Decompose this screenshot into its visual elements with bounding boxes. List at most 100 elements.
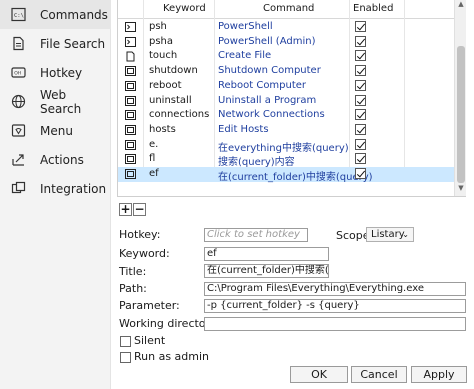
parameter-field[interactable]: -p {current_folder} -s {query} [204, 299, 466, 313]
command-icon [125, 95, 136, 106]
scope-select[interactable]: Listary ⌄ [366, 227, 414, 242]
enabled-checkbox[interactable] [355, 138, 366, 150]
run-as-admin-checkbox[interactable] [120, 352, 131, 363]
row-keyword: e. [149, 138, 159, 150]
enabled-checkbox[interactable] [355, 168, 366, 179]
table-row[interactable]: psh PowerShell [118, 20, 454, 35]
table-row[interactable]: hosts Edit Hosts [118, 123, 454, 138]
keyword-label: Keyword: [119, 247, 170, 260]
column-header-keyword[interactable]: Keyword [163, 3, 206, 14]
silent-label: Silent [134, 334, 166, 347]
sidebar-item-label: Hotkey [40, 65, 83, 80]
ok-button[interactable]: OK [290, 366, 348, 383]
enabled-checkbox[interactable] [355, 35, 366, 47]
command-icon [125, 154, 136, 165]
sidebar-item-label: Actions [40, 152, 84, 167]
hotkey-field[interactable]: Click to set hotkey [204, 228, 308, 242]
terminal-icon [125, 36, 136, 47]
cancel-button[interactable]: Cancel [351, 366, 407, 383]
table-row[interactable]: connections Network Connections [118, 108, 454, 123]
table-row[interactable]: reboot Reboot Computer [118, 79, 454, 94]
row-keyword: hosts [149, 123, 176, 135]
sidebar: C:\ Commands File Search OH Hotkey Web S… [0, 0, 111, 389]
command-icon [125, 169, 136, 179]
enabled-checkbox[interactable] [355, 94, 366, 106]
sidebar-item-web-search[interactable]: Web Search [0, 87, 111, 116]
terminal-icon [125, 22, 136, 32]
title-label: Title: [119, 265, 147, 278]
file-icon [13, 36, 24, 51]
table-row[interactable]: fl 搜索(query)内容 [118, 152, 454, 168]
column-header-enabled[interactable]: Enabled [353, 3, 393, 14]
row-command: Edit Hosts [218, 123, 269, 135]
cmd-icon: C:\ [11, 7, 26, 22]
command-icon [125, 139, 136, 150]
globe-icon [11, 94, 26, 109]
row-keyword: reboot [149, 79, 182, 91]
run-as-admin-label: Run as admin [134, 350, 210, 363]
scroll-down-icon[interactable]: ▼ [455, 184, 467, 196]
sidebar-item-actions[interactable]: Actions [0, 145, 111, 174]
title-field[interactable]: 在(current_folder)中搜索(query) [204, 264, 329, 278]
scope-value: Listary [371, 229, 405, 240]
svg-text:C:\: C:\ [14, 13, 24, 19]
table-row[interactable]: e. 在everything中搜索(query) [118, 138, 454, 154]
enabled-checkbox[interactable] [355, 65, 366, 77]
enabled-checkbox[interactable] [355, 153, 366, 165]
integration-icon [11, 181, 26, 194]
svg-text:OH: OH [14, 71, 21, 77]
scroll-up-icon[interactable]: ▲ [455, 0, 467, 12]
path-label: Path: [119, 282, 147, 295]
sidebar-item-label: Integration [40, 181, 107, 196]
sidebar-item-label: Commands [40, 7, 108, 22]
row-keyword: ef [149, 168, 159, 179]
enabled-checkbox[interactable] [355, 79, 366, 91]
working-directory-field[interactable] [204, 317, 466, 331]
menu-icon [11, 124, 26, 137]
command-icon [125, 110, 136, 121]
commands-table: Keyword Command Enabled psh PowerShell psh… [117, 0, 466, 197]
sidebar-item-label: File Search [40, 36, 106, 51]
row-command: 在(current_folder)中搜索(query) [218, 172, 373, 183]
sidebar-item-hotkey[interactable]: OH Hotkey [0, 58, 111, 87]
hotkey-icon: OH [11, 67, 26, 78]
enabled-checkbox[interactable] [355, 109, 366, 121]
table-row[interactable]: uninstall Uninstall a Program [118, 94, 454, 109]
sidebar-item-commands[interactable]: C:\ Commands [0, 0, 111, 29]
enabled-checkbox[interactable] [355, 21, 366, 32]
table-row[interactable]: shutdown Shutdown Computer [118, 64, 454, 79]
sidebar-item-integration[interactable]: Integration [0, 174, 111, 203]
table-row[interactable]: ef 在(current_folder)中搜索(query) [118, 167, 454, 183]
vertical-scrollbar[interactable]: ▲ ▼ [454, 0, 466, 196]
scrollbar-thumb[interactable] [457, 46, 465, 183]
column-header-command[interactable]: Command [263, 3, 314, 14]
remove-command-button[interactable]: − [133, 203, 146, 216]
sidebar-item-label: Menu [40, 123, 73, 138]
row-keyword: uninstall [149, 94, 192, 106]
row-keyword: psha [149, 35, 174, 47]
command-icon [125, 80, 136, 91]
table-row[interactable]: psha PowerShell (Admin) [118, 35, 454, 50]
path-field[interactable]: C:\Program Files\Everything\Everything.e… [204, 282, 466, 296]
sidebar-item-file-search[interactable]: File Search [0, 29, 111, 58]
sidebar-item-menu[interactable]: Menu [0, 116, 111, 145]
table-row[interactable]: touch Create File [118, 49, 454, 64]
row-command: PowerShell [218, 21, 273, 32]
row-command: Create File [218, 50, 272, 62]
row-command: Shutdown Computer [218, 65, 321, 77]
add-command-button[interactable]: + [119, 203, 132, 216]
hotkey-label: Hotkey: [119, 228, 161, 241]
row-command: PowerShell (Admin) [218, 35, 316, 47]
keyword-field[interactable]: ef [204, 247, 329, 261]
row-keyword: psh [149, 21, 167, 32]
silent-checkbox[interactable] [120, 336, 131, 347]
row-command: Uninstall a Program [218, 94, 317, 106]
parameter-label: Parameter: [119, 299, 180, 312]
row-keyword: shutdown [149, 65, 198, 77]
enabled-checkbox[interactable] [355, 50, 366, 62]
command-icon [125, 124, 136, 135]
enabled-checkbox[interactable] [355, 123, 366, 135]
actions-icon [12, 154, 24, 166]
row-keyword: touch [149, 50, 178, 62]
apply-button[interactable]: Apply [411, 366, 467, 383]
